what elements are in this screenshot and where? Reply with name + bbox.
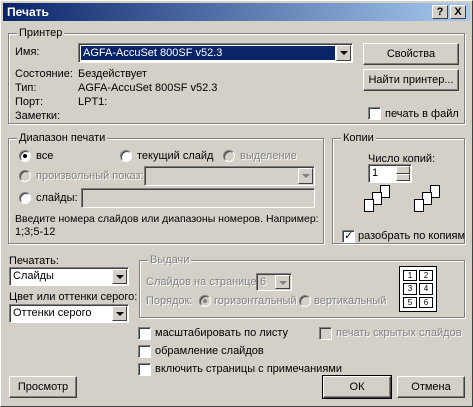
printer-name-select[interactable]: AGFA-AccuSet 800SF v52.3 [78, 43, 353, 63]
handout-preview: 1 2 3 4 5 6 [399, 266, 437, 312]
copies-group-label: Копии [341, 132, 376, 144]
collate-icon-set-1 [358, 185, 398, 225]
handout-slide-3: 3 [403, 283, 417, 295]
range-current-slide-radio[interactable] [120, 150, 132, 162]
handout-slide-1: 1 [403, 270, 417, 282]
port-label: Порт: [15, 96, 43, 108]
scale-to-fit-label[interactable]: масштабировать по листу [155, 326, 288, 340]
order-vertical-radio [299, 295, 311, 307]
custom-show-select [144, 166, 315, 186]
print-range-group-label: Диапазон печати [17, 132, 108, 144]
color-label: Цвет или оттенки серого: [9, 291, 138, 303]
properties-button[interactable]: Свойства [363, 43, 459, 65]
help-icon: ? [436, 6, 444, 18]
print-what-select[interactable]: Слайды [9, 267, 129, 286]
order-vertical-label: вертикальный [314, 295, 387, 307]
chevron-down-icon[interactable] [336, 45, 351, 61]
printer-group-label: Принтер [17, 27, 65, 39]
status-value: Бездействует [78, 68, 147, 80]
copies-count-spinner[interactable]: 1 [368, 164, 412, 183]
include-notes-label[interactable]: включить страницы с примечаниями [155, 362, 342, 376]
hidden-slides-label: печать скрытых слайдов [336, 327, 462, 339]
color-value: Оттенки серого [13, 307, 92, 319]
slides-input[interactable] [81, 188, 315, 208]
find-printer-button-label: Найти принтер... [368, 74, 454, 86]
frame-slides-checkbox[interactable] [138, 345, 151, 358]
help-button[interactable]: ? [432, 5, 448, 19]
dialog-title: Печать [7, 5, 49, 19]
collate-label[interactable]: разобрать по копиям [358, 229, 465, 243]
spin-down-icon[interactable] [396, 174, 410, 181]
preview-button[interactable]: Просмотр [9, 376, 77, 398]
range-custom-show-label: произвольный показ: [36, 170, 144, 182]
range-slides-label[interactable]: слайды: [36, 191, 78, 205]
range-slides-radio[interactable] [19, 192, 31, 204]
include-notes-checkbox[interactable] [138, 363, 151, 376]
status-label: Состояние: [15, 68, 73, 80]
range-current-slide-label[interactable]: текущий слайд [137, 149, 213, 163]
type-value: AGFA-AccuSet 800SF v52.3 [78, 82, 218, 94]
spin-up-icon[interactable] [396, 166, 410, 174]
ok-button[interactable]: ОК [322, 375, 392, 399]
notes-label: Заметки: [15, 110, 61, 122]
chevron-down-icon[interactable] [112, 269, 127, 284]
close-button[interactable]: X [450, 5, 466, 19]
collate-page-icon [414, 199, 424, 212]
handouts-group-label: Выдачи [148, 254, 192, 266]
printer-name-value: AGFA-AccuSet 800SF v52.3 [80, 45, 336, 61]
title-bar: Печать ? X [3, 3, 470, 21]
range-selection-label: выделение [240, 150, 297, 162]
chevron-down-icon[interactable] [112, 306, 127, 321]
port-value: LPT1: [78, 96, 108, 108]
handout-slide-6: 6 [419, 296, 433, 308]
order-horizontal-label: горизонтальный [214, 295, 297, 307]
range-hint-example: 1;3;5-12 [15, 226, 56, 238]
print-to-file-checkbox[interactable] [368, 107, 381, 120]
chevron-down-icon [275, 275, 290, 289]
handout-slide-4: 4 [419, 283, 433, 295]
range-selection-radio [223, 150, 235, 162]
find-printer-button[interactable]: Найти принтер... [363, 69, 459, 91]
print-dialog: Печать ? X Принтер Имя: AGFA-AccuSet 800… [0, 0, 473, 407]
collate-checkbox[interactable] [342, 229, 355, 243]
cancel-button-label: Отмена [411, 381, 451, 393]
per-page-select: 6 [256, 273, 292, 291]
cancel-button[interactable]: Отмена [397, 376, 465, 398]
range-all-label[interactable]: все [36, 149, 53, 163]
collate-page-icon [364, 199, 374, 212]
printer-name-label: Имя: [15, 46, 40, 58]
preview-button-label: Просмотр [17, 381, 69, 393]
collate-icon-set-2 [408, 185, 448, 225]
color-select[interactable]: Оттенки серого [9, 304, 129, 323]
print-what-label: Печатать: [9, 255, 59, 267]
chevron-down-icon [298, 168, 313, 184]
per-page-label: Слайдов на странице: [146, 276, 260, 288]
ok-button-label: ОК [349, 381, 365, 393]
range-custom-show-radio [19, 170, 31, 182]
close-icon: X [454, 6, 462, 18]
per-page-value: 6 [260, 276, 267, 288]
handout-slide-2: 2 [419, 270, 433, 282]
handout-slide-5: 5 [403, 296, 417, 308]
range-hint: Введите номера слайдов или диапазоны ном… [15, 213, 319, 225]
scale-to-fit-checkbox[interactable] [138, 327, 151, 340]
frame-slides-label[interactable]: обрамление слайдов [155, 344, 264, 358]
hidden-slides-checkbox [319, 327, 332, 340]
order-horizontal-radio [199, 295, 211, 307]
handout-preview-grid: 1 2 3 4 5 6 [403, 270, 433, 308]
order-label: Порядок: [146, 295, 193, 307]
copies-count-value: 1 [372, 167, 379, 179]
print-to-file-label[interactable]: печать в файл [385, 107, 459, 121]
type-label: Тип: [15, 82, 37, 94]
properties-button-label: Свойства [386, 48, 436, 60]
range-all-radio[interactable] [19, 150, 31, 162]
print-what-value: Слайды [13, 270, 54, 282]
